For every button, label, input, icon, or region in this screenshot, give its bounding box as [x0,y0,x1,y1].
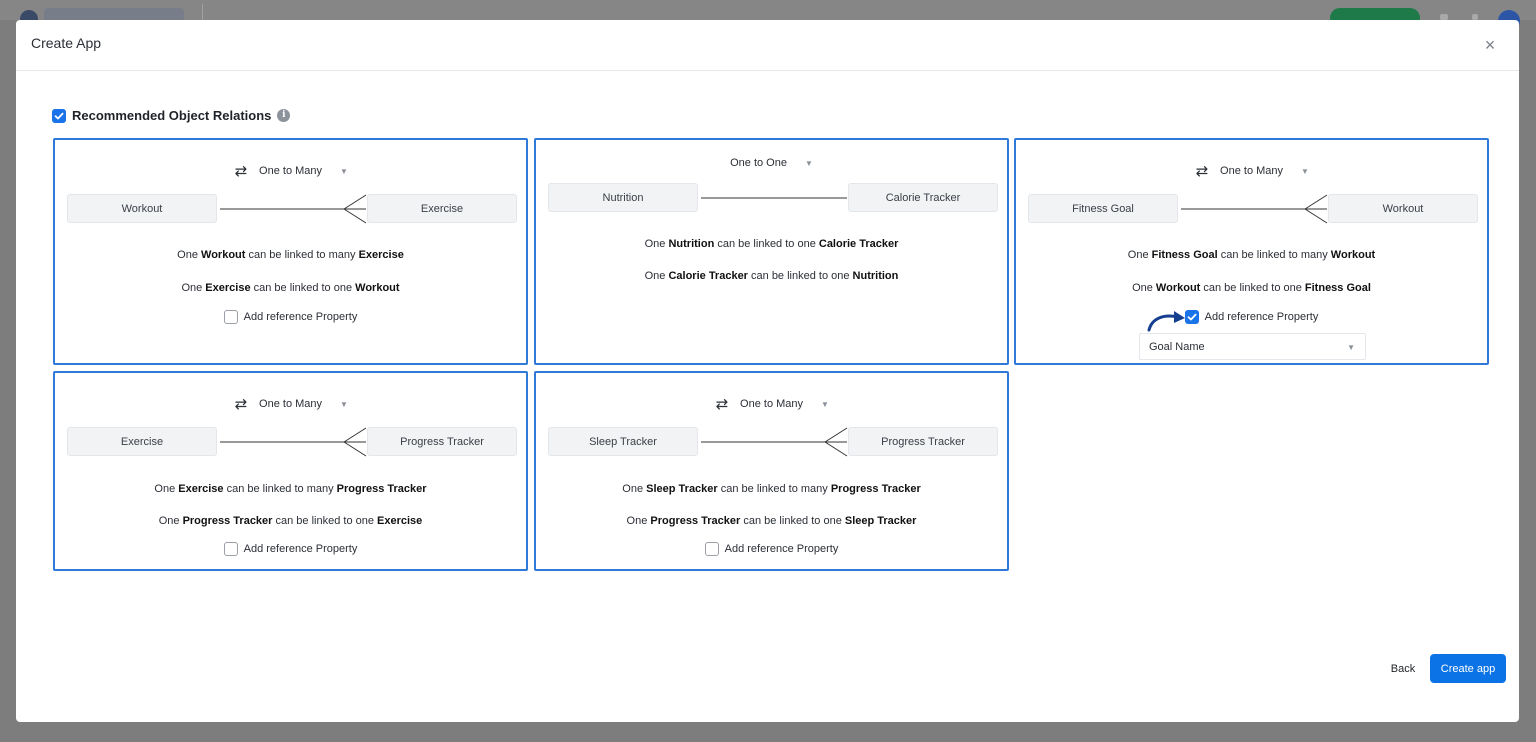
add-reference-row: Add reference Property [55,310,526,324]
create-app-button[interactable]: Create app [1430,654,1506,683]
dialog-title: Create App [31,35,102,51]
left-entity: Workout [67,194,217,223]
chevron-down-icon: ▼ [340,166,348,176]
relation-description: One Nutrition can be linked to one Calor… [644,238,899,250]
relation-type-dropdown[interactable]: ⇄ One to Many ▼ [55,162,526,180]
info-icon[interactable]: i [277,109,291,122]
relation-card: ⇄ One to Many ▼ Workout Exercise One Wor… [53,138,528,365]
relation-type-label: One to One [730,157,787,169]
add-reference-row: Add reference Property [1016,310,1487,324]
add-reference-row: Add reference Property [536,542,1007,556]
right-entity: Progress Tracker [848,427,998,456]
relation-card: ⇄ One to Many ▼ Sleep Tracker Progress T… [534,371,1009,571]
relation-description: One Progress Tracker can be linked to on… [626,515,917,527]
relation-type-label: One to Many [1220,165,1284,177]
reference-property-select[interactable]: Goal Name ▼ [1139,333,1366,360]
create-app-dialog: Create App × Recommended Object Relation… [16,20,1519,722]
add-reference-checkbox[interactable] [223,310,238,324]
one-to-many-connector [1181,194,1328,224]
left-entity: Fitness Goal [1028,194,1178,223]
add-reference-checkbox[interactable] [223,542,238,556]
section-title: Recommended Object Relations [72,108,272,123]
swap-icon[interactable]: ⇄ [714,395,730,413]
relation-type-dropdown[interactable]: One to One ▼ [536,157,1007,169]
reference-property-value: Goal Name [1149,340,1205,353]
close-icon[interactable]: × [1479,34,1501,56]
relation-type-dropdown[interactable]: ⇄ One to Many ▼ [536,395,1007,413]
relation-description: One Sleep Tracker can be linked to many … [622,483,921,495]
right-entity: Calorie Tracker [848,183,998,212]
add-reference-label: Add reference Property [243,311,358,323]
swap-icon[interactable]: ⇄ [233,162,249,180]
background-divider [202,4,203,20]
left-entity: Sleep Tracker [548,427,698,456]
relation-description: One Workout can be linked to one Fitness… [1132,282,1371,294]
swap-icon[interactable]: ⇄ [233,395,249,413]
one-to-one-connector [701,197,847,199]
background-app-bar [0,0,1536,20]
relation-description: One Calorie Tracker can be linked to one… [644,270,899,282]
relation-card: ⇄ One to Many ▼ Fitness Goal Workout One… [1014,138,1489,365]
add-reference-label: Add reference Property [1204,311,1319,323]
right-entity: Workout [1328,194,1478,223]
relation-type-label: One to Many [259,165,323,177]
add-reference-row: Add reference Property [55,542,526,556]
right-entity: Exercise [367,194,517,223]
swap-icon[interactable]: ⇄ [1194,162,1210,180]
left-entity: Exercise [67,427,217,456]
chevron-down-icon: ▼ [804,158,813,168]
one-to-many-connector [220,427,367,457]
relation-type-label: One to Many [259,398,323,410]
one-to-many-connector [220,194,367,224]
chevron-down-icon: ▼ [1301,166,1309,176]
relation-card: ⇄ One to Many ▼ Exercise Progress Tracke… [53,371,528,571]
add-reference-label: Add reference Property [243,543,358,555]
chevron-down-icon: ▼ [340,399,348,409]
one-to-many-connector [701,427,848,457]
relation-type-label: One to Many [740,398,804,410]
chevron-down-icon: ▼ [1347,343,1355,352]
relation-description: One Exercise can be linked to one Workou… [181,282,400,294]
relation-description: One Exercise can be linked to many Progr… [154,483,427,495]
relation-type-dropdown[interactable]: ⇄ One to Many ▼ [1016,162,1487,180]
right-entity: Progress Tracker [367,427,517,456]
left-entity: Nutrition [548,183,698,212]
recommended-relations-header: Recommended Object Relations i [52,108,291,123]
relation-description: One Fitness Goal can be linked to many W… [1127,249,1376,261]
chevron-down-icon: ▼ [821,399,829,409]
add-reference-checkbox[interactable] [1184,310,1199,324]
add-reference-label: Add reference Property [724,543,839,555]
back-button[interactable]: Back [1382,658,1424,680]
add-reference-checkbox[interactable] [704,542,719,556]
dialog-header: Create App × [16,20,1519,71]
relation-description: One Workout can be linked to many Exerci… [177,249,404,261]
relation-description: One Progress Tracker can be linked to on… [158,515,423,527]
relation-card: One to One ▼ Nutrition Calorie Tracker O… [534,138,1009,365]
recommended-relations-checkbox[interactable] [52,108,66,123]
relation-type-dropdown[interactable]: ⇄ One to Many ▼ [55,395,526,413]
